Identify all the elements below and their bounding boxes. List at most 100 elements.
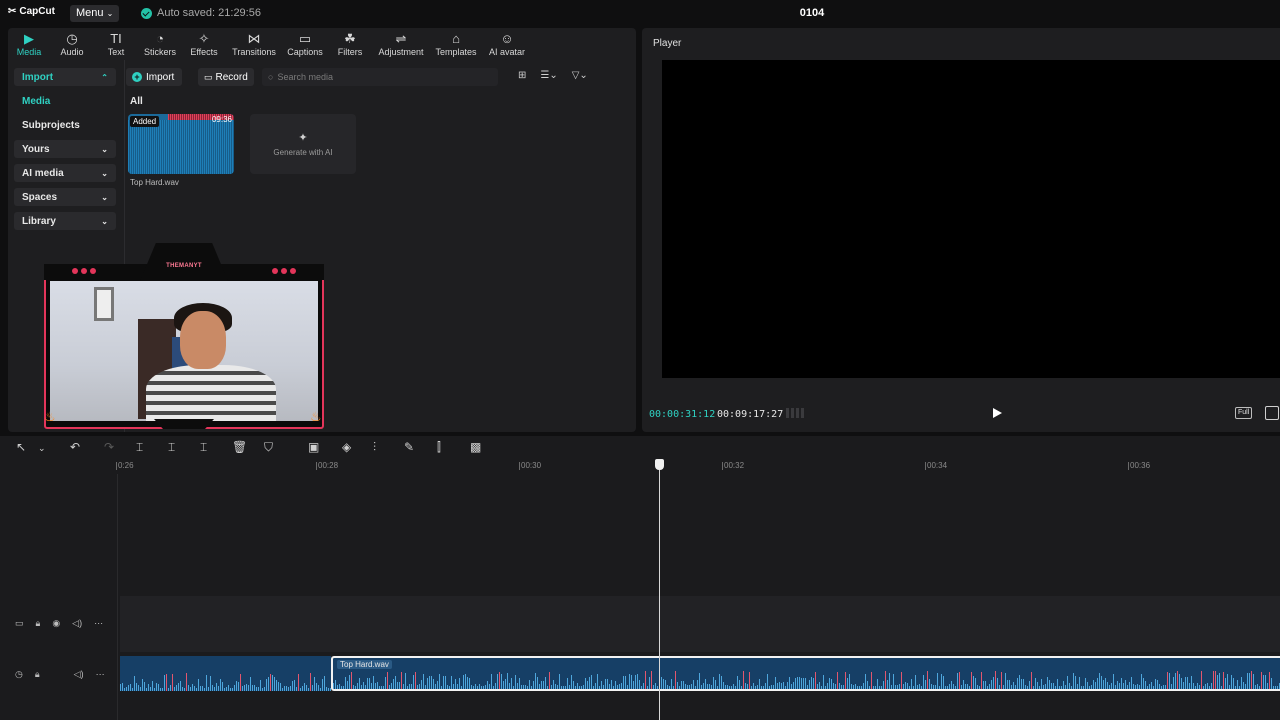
chevron-up-icon: ⌃: [101, 72, 108, 82]
tab-effects[interactable]: ✧ Effects: [182, 28, 226, 60]
timeline-ruler[interactable]: [0, 458, 1280, 474]
tab-audio[interactable]: ◷ Audio: [50, 28, 94, 60]
player-title: Player: [653, 38, 682, 49]
crop-icon[interactable]: ▩: [470, 440, 481, 454]
audio-clip-selected[interactable]: Top Hard.wav: [331, 656, 1280, 691]
media-clip-name: Top Hard.wav: [130, 178, 179, 187]
cover-icon[interactable]: ▭: [15, 618, 24, 629]
autosave-text: Auto saved: 21:29:56: [157, 7, 261, 19]
tab-label: Media: [16, 47, 42, 57]
eye-icon[interactable]: ◉: [52, 618, 60, 629]
media-clip-thumbnail[interactable]: Added 09:36: [128, 114, 234, 174]
sidebar-item-media[interactable]: Media: [14, 92, 116, 110]
templates-icon: ⌂: [452, 31, 460, 46]
tab-label: Templates: [435, 47, 477, 57]
split-right-icon[interactable]: ⌶: [200, 440, 207, 455]
added-badge: Added: [130, 116, 160, 127]
sort-icon[interactable]: ☰⌄: [540, 70, 557, 81]
camera-icon: ▭: [204, 71, 213, 82]
stickers-icon: ◔: [156, 31, 164, 46]
sidebar-item-subprojects[interactable]: Subprojects: [14, 116, 116, 134]
ruler-tick: 00:34: [924, 461, 948, 470]
timecode-format-icon[interactable]: [786, 408, 804, 418]
full-quality-button[interactable]: Full: [1235, 407, 1253, 419]
playhead-handle[interactable]: [655, 459, 664, 470]
sidebar-item-library[interactable]: Library ⌄: [14, 212, 116, 230]
captions-icon: ▭: [298, 31, 312, 46]
capcut-logo-icon: ✂: [8, 6, 17, 17]
lock-icon[interactable]: 🔒︎: [36, 618, 41, 629]
tab-filters[interactable]: ☘ Filters: [328, 28, 372, 60]
audio-waveform: [120, 673, 331, 691]
tab-text[interactable]: TI Text: [94, 28, 138, 60]
import-button[interactable]: + Import: [126, 68, 183, 86]
generate-with-ai-button[interactable]: ✦ Generate with AI: [250, 114, 356, 174]
freeze-icon[interactable]: ▣: [308, 440, 319, 454]
volume-icon[interactable]: ◁): [74, 669, 84, 680]
tab-stickers[interactable]: ◔ Stickers: [138, 28, 182, 60]
webcam-video: [50, 281, 318, 421]
tab-templates[interactable]: ⌂ Templates: [430, 28, 482, 60]
sidebar-item-import[interactable]: Import ⌃: [14, 68, 116, 86]
split-left-icon[interactable]: ⌶: [168, 440, 175, 455]
ruler-tick: 00:32: [721, 461, 745, 470]
tab-media[interactable]: ▶ Media: [8, 28, 50, 60]
total-timecode: 00:09:17:27: [717, 409, 784, 420]
record-button[interactable]: ▭ Record: [198, 68, 254, 86]
edit-icon[interactable]: ✎: [404, 440, 414, 454]
more-icon[interactable]: ⋯: [96, 669, 105, 680]
grid-view-icon[interactable]: ⊞: [518, 70, 526, 81]
chevron-down-icon[interactable]: ⌄: [38, 443, 46, 454]
lock-icon[interactable]: 🔒︎: [35, 669, 40, 680]
undo-icon[interactable]: ↶: [70, 440, 80, 454]
menu-button[interactable]: Menu ⌄: [70, 5, 120, 22]
redo-icon[interactable]: ↷: [104, 440, 114, 454]
sidebar-item-yours[interactable]: Yours ⌄: [14, 140, 116, 158]
chevron-down-icon: ⌄: [101, 168, 108, 178]
check-icon: [141, 7, 152, 19]
tab-label: Stickers: [143, 47, 176, 57]
search-placeholder: Search media: [277, 72, 333, 82]
category-toolbar: ▶ Media ◷ Audio TI Text ◔ Stickers ✧ Effects ⋈ Tran…: [8, 28, 636, 60]
split-icon[interactable]: ⌶: [136, 440, 143, 455]
tab-label: Text: [107, 47, 125, 57]
search-input[interactable]: ○ Search media: [262, 68, 498, 86]
clip-duration: 09:36: [211, 115, 232, 124]
delete-icon[interactable]: 🗑: [232, 440, 247, 454]
play-button[interactable]: [991, 406, 1003, 420]
tab-adjustment[interactable]: ⇌ Adjustment: [372, 28, 430, 60]
media-sidebar: Import ⌃ Media Subprojects Yours ⌄ AI medi…: [14, 68, 116, 236]
waveform-icon[interactable]: ⫿: [437, 440, 441, 455]
audio-icon: ◷: [66, 31, 78, 46]
sidebar-item-ai-media[interactable]: AI media ⌄: [14, 164, 116, 182]
autosave-status: Auto saved: 21:29:56: [141, 7, 261, 19]
filter-icon[interactable]: ▽⌄: [572, 70, 588, 81]
playhead[interactable]: [659, 466, 660, 720]
shield-icon[interactable]: ⛉: [264, 440, 273, 455]
webcam-bottom-tab: [154, 419, 214, 429]
tab-transitions[interactable]: ⋈ Transitions: [226, 28, 282, 60]
tab-label: Adjustment: [378, 47, 424, 57]
audio-track-icon: ◷: [15, 669, 23, 679]
ruler-tick: 00:28: [315, 461, 339, 470]
effects-icon: ✧: [198, 31, 210, 46]
select-tool-icon[interactable]: ↖: [16, 440, 26, 454]
tab-captions[interactable]: ▭ Captions: [282, 28, 328, 60]
marker-icon[interactable]: ◈: [342, 440, 351, 454]
more-icon[interactable]: ⋯: [94, 618, 103, 629]
title-bar: ✂ CapCut Menu ⌄ Auto saved: 21:29:56 0104: [0, 0, 1280, 26]
logo-text: CapCut: [19, 6, 55, 17]
main-video-track[interactable]: [120, 596, 1280, 652]
audio-clip-previous[interactable]: [120, 656, 331, 691]
fullscreen-icon[interactable]: [1265, 406, 1279, 420]
audio-mix-icon[interactable]: ⫶: [373, 440, 376, 455]
sidebar-item-spaces[interactable]: Spaces ⌄: [14, 188, 116, 206]
volume-icon[interactable]: ◁): [72, 618, 82, 629]
audio-track-controls: ◷ 🔒︎ ◁) ⋯: [15, 669, 105, 680]
tab-ai-avatar[interactable]: ☺ AI avatar: [482, 28, 532, 60]
sparkle-icon: ✦: [298, 132, 308, 144]
text-icon: TI: [110, 31, 122, 46]
tab-label: Effects: [190, 47, 218, 57]
player-viewport[interactable]: [662, 60, 1280, 378]
person-body: [146, 365, 276, 421]
